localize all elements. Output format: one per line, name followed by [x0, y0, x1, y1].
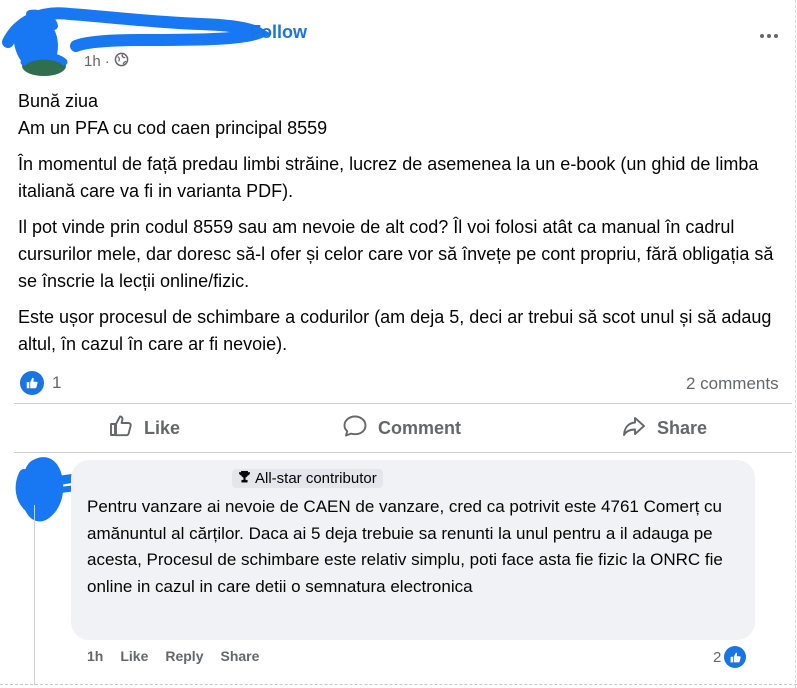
share-arrow-icon [621, 414, 647, 443]
comment-label: Comment [378, 417, 462, 438]
badge-label: All-star contributor [255, 470, 377, 487]
reaction-count: 1 [52, 373, 62, 392]
meta-separator: · [104, 53, 110, 70]
thumbs-up-icon [108, 414, 134, 443]
comment-like-button[interactable]: Like [120, 648, 148, 664]
comments-count-link[interactable]: 2 comments [686, 374, 779, 394]
bottom-edge [0, 684, 797, 685]
comment-reply-button[interactable]: Reply [165, 648, 203, 664]
divider [14, 452, 792, 453]
post-timestamp[interactable]: 1h [84, 53, 101, 70]
comment-share-button[interactable]: Share [220, 648, 259, 664]
comment-timestamp[interactable]: 1h [87, 648, 103, 664]
comment-button[interactable]: Comment [342, 408, 461, 448]
follow-button[interactable]: Follow [250, 22, 307, 43]
post-meta: 1h · [84, 52, 129, 71]
more-options-icon[interactable] [760, 34, 778, 38]
post-paragraph: Este ușor procesul de schimbare a coduri… [18, 307, 772, 354]
post-paragraph: Bună ziua Am un PFA cu cod caen principa… [18, 91, 328, 138]
post-body: Bună ziua Am un PFA cu cod caen principa… [18, 88, 793, 367]
comment-icon [342, 414, 368, 443]
right-edge [795, 0, 796, 688]
share-label: Share [657, 417, 708, 438]
post-card: Follow 1h · Bună ziua Am un PFA cu cod c… [0, 0, 797, 688]
post-actions-bar: Like Comment Share [0, 408, 797, 448]
reaction-summary[interactable]: 1 [20, 371, 61, 395]
comment-actions: 1h Like Reply Share [87, 648, 259, 664]
post-paragraph: În momentul de față predau limbi străine… [18, 154, 759, 201]
divider [14, 403, 792, 404]
comment-reaction-summary[interactable]: 2 [713, 646, 747, 668]
like-label: Like [144, 417, 181, 438]
contributor-badge[interactable]: All-star contributor [232, 469, 383, 488]
globe-icon [114, 52, 129, 71]
share-button[interactable]: Share [621, 408, 707, 448]
post-avatar-image[interactable] [20, 52, 68, 76]
like-reaction-icon [20, 371, 44, 395]
comment-reaction-count: 2 [713, 648, 722, 666]
post-paragraph: Il pot vinde prin codul 8559 sau am nevo… [18, 217, 774, 291]
comment-thread-line [34, 505, 35, 685]
trophy-icon [238, 470, 251, 487]
comment-text: Pentru vanzare ai nevoie de CAEN de vanz… [87, 497, 723, 596]
like-reaction-icon [724, 646, 747, 668]
like-button[interactable]: Like [108, 408, 180, 448]
